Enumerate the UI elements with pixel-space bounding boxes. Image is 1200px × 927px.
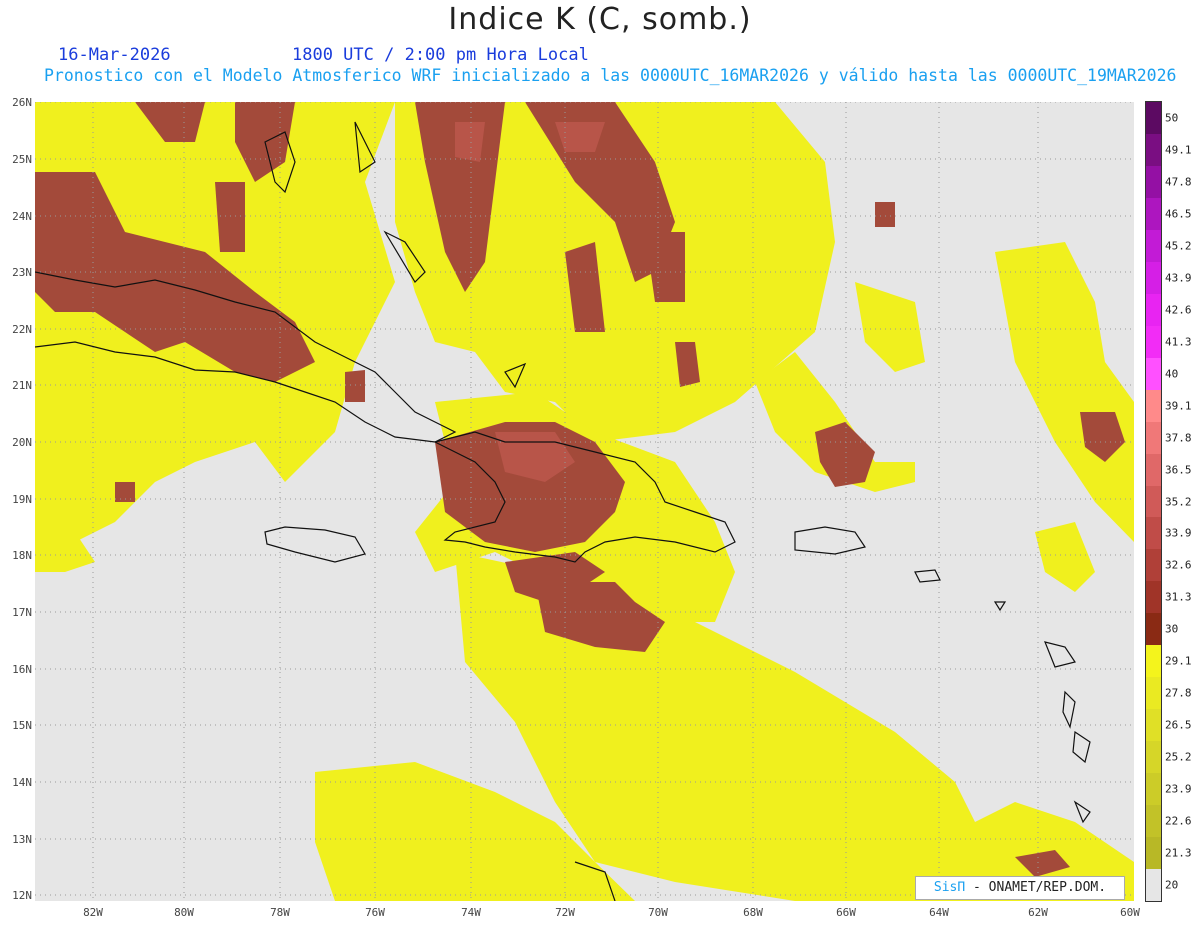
lon-label: 74W (461, 906, 481, 919)
credit-box: SisΠ - ONAMET/REP.DOM. (915, 876, 1125, 900)
lon-label: 78W (270, 906, 290, 919)
lon-label: 68W (743, 906, 763, 919)
lat-label: 24N (12, 210, 32, 223)
colorbar-label: 37.8 (1165, 431, 1192, 445)
colorbar-label: 21.3 (1165, 846, 1192, 860)
colorbar-label: 31.3 (1165, 590, 1192, 604)
colorbar-label: 35.2 (1165, 495, 1192, 508)
colorbar-label: 41.3 (1165, 335, 1192, 349)
colorbar-label: 22.6 (1165, 814, 1192, 828)
colorbar-label: 42.6 (1165, 303, 1192, 317)
lat-label: 21N (12, 379, 32, 392)
lon-label: 72W (555, 906, 575, 919)
forecast-subtitle: Pronostico con el Modelo Atmosferico WRF… (44, 66, 1177, 85)
lon-label: 80W (174, 906, 194, 919)
colorbar-label: 33.9 (1165, 526, 1192, 540)
colorbar-label: 49.1 (1165, 143, 1192, 157)
colorbar-label: 45.2 (1165, 239, 1192, 253)
lat-label: 19N (12, 493, 32, 506)
lat-label: 22N (12, 323, 32, 336)
colorbar-border (1145, 101, 1162, 902)
lon-label: 66W (836, 906, 856, 919)
lon-label: 82W (83, 906, 103, 919)
colorbar-label: 39.1 (1165, 399, 1192, 413)
lat-label: 26N (12, 96, 32, 109)
colorbar-label: 26.5 (1165, 718, 1192, 732)
lat-label: 14N (12, 776, 32, 789)
colorbar-label: 50 (1165, 111, 1179, 125)
colorbar-label: 43.9 (1165, 271, 1192, 285)
lat-label: 12N (12, 889, 32, 902)
lat-label: 23N (12, 266, 32, 279)
lat-label: 17N (12, 606, 32, 619)
lat-label: 13N (12, 833, 32, 846)
lat-label: 16N (12, 663, 32, 676)
colorbar-label: 36.5 (1165, 463, 1192, 477)
colorbar-label: 30 (1165, 622, 1179, 636)
lat-label: 25N (12, 153, 32, 166)
colorbar-label: 27.8 (1165, 686, 1192, 700)
credit-text: - ONAMET/REP.DOM. (965, 880, 1107, 895)
lon-label: 76W (365, 906, 385, 919)
colorbar-label: 29.1 (1165, 654, 1192, 668)
colorbar-label: 20 (1165, 878, 1179, 892)
lon-label: 70W (648, 906, 668, 919)
lat-label: 18N (12, 549, 32, 562)
map-canvas (35, 102, 1134, 901)
forecast-time: 1800 UTC / 2:00 pm Hora Local (292, 45, 589, 65)
forecast-date: 16-Mar-2026 (58, 45, 171, 65)
colorbar-label: 25.2 (1165, 750, 1192, 764)
lon-label: 62W (1028, 906, 1048, 919)
chart-title: Indice K (C, somb.) (448, 2, 752, 37)
lat-label: 15N (12, 719, 32, 732)
colorbar-label: 32.6 (1165, 558, 1192, 572)
colorbar-label: 47.8 (1165, 175, 1192, 189)
lat-label: 20N (12, 436, 32, 449)
lon-label: 64W (929, 906, 949, 919)
colorbar-label: 23.9 (1165, 782, 1192, 796)
colorbar-label: 46.5 (1165, 207, 1192, 221)
lon-label: 60W (1120, 906, 1140, 919)
credit-logo: SisΠ (933, 880, 966, 895)
forecast-map[interactable] (35, 102, 1134, 901)
colorbar-label: 40 (1165, 367, 1179, 381)
